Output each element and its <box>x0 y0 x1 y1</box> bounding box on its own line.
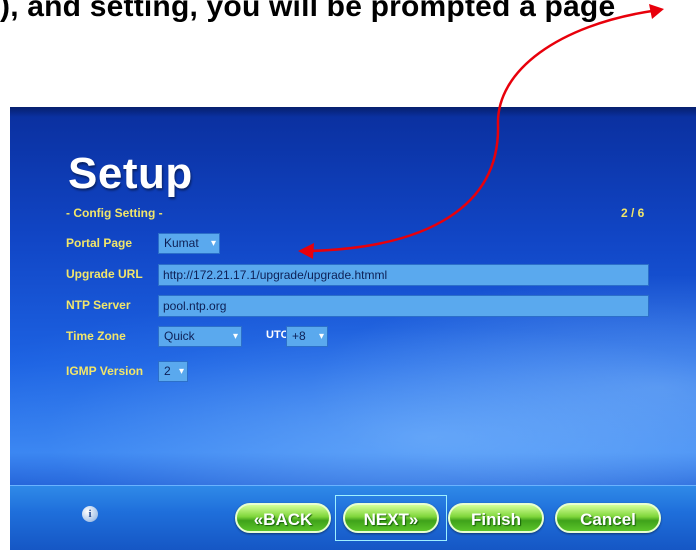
page-counter: 2 / 6 <box>621 206 645 220</box>
back-button[interactable]: «BACK <box>235 503 331 533</box>
info-icon[interactable]: i <box>82 506 98 522</box>
utc-offset-value: +8 <box>292 329 306 343</box>
igmp-version-value: 2 <box>164 364 171 378</box>
screen-top-edge <box>10 107 696 117</box>
portal-page-value: Kumat <box>164 236 199 250</box>
upgrade-url-row: Upgrade URL <box>10 263 696 287</box>
utc-offset-select[interactable]: +8 ▾ <box>286 326 328 347</box>
portal-page-label: Portal Page <box>66 236 133 250</box>
igmp-version-row: IGMP Version 2 ▾ <box>10 360 696 384</box>
igmp-version-label: IGMP Version <box>66 364 144 378</box>
portal-page-row: Portal Page Kumat ▾ <box>10 232 696 256</box>
arrowhead-right <box>649 4 664 19</box>
time-zone-label: Time Zone <box>66 329 126 343</box>
ntp-server-row: NTP Server <box>10 294 696 318</box>
portal-page-select[interactable]: Kumat ▾ <box>158 233 220 254</box>
ntp-server-label: NTP Server <box>66 298 131 312</box>
upgrade-url-input[interactable] <box>158 264 649 286</box>
chevron-down-icon: ▾ <box>210 238 216 249</box>
cancel-button[interactable]: Cancel <box>555 503 661 533</box>
config-setting-subtitle: - Config Setting - <box>66 206 163 220</box>
chevron-down-icon: ▾ <box>318 331 324 342</box>
page-title: Setup <box>68 149 193 198</box>
chevron-down-icon: ▾ <box>178 366 184 377</box>
ntp-server-input[interactable] <box>158 295 649 317</box>
chevron-down-icon: ▾ <box>232 331 238 342</box>
time-zone-select[interactable]: Quick ▾ <box>158 326 242 347</box>
next-button[interactable]: NEXT» <box>343 503 439 533</box>
time-zone-row: Time Zone Quick ▾ UTC +8 ▾ <box>10 325 696 349</box>
time-zone-value: Quick <box>164 329 195 343</box>
setup-screen: Setup - Config Setting - 2 / 6 Portal Pa… <box>10 107 696 550</box>
caption-text: ), and setting, you will be prompted a p… <box>0 0 616 23</box>
finish-button[interactable]: Finish <box>448 503 544 533</box>
button-bar: i «BACK NEXT» Finish Cancel <box>10 485 696 550</box>
igmp-version-select[interactable]: 2 ▾ <box>158 361 188 382</box>
upgrade-url-label: Upgrade URL <box>66 267 143 281</box>
